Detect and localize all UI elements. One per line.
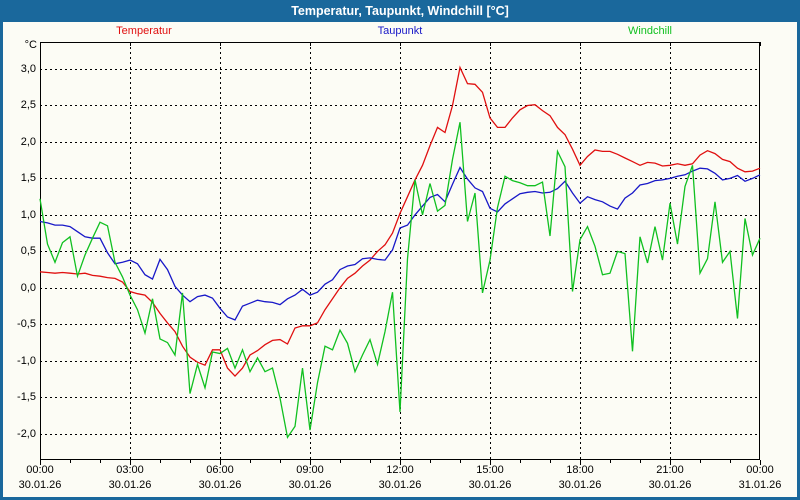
y-tick-label: -0,5 bbox=[17, 318, 36, 331]
title-bar: Temperatur, Taupunkt, Windchill [°C] bbox=[0, 0, 800, 22]
x-tick-date-label: 30.01.26 bbox=[288, 479, 332, 491]
y-tick-label: 1,5 bbox=[20, 172, 36, 185]
x-tick-time-label: 18:00 bbox=[566, 464, 594, 476]
legend-windchill: Windchill bbox=[627, 25, 672, 37]
x-tick-date-label: 30.01.26 bbox=[648, 479, 692, 491]
y-tick-label: -2,0 bbox=[17, 427, 36, 440]
y-axis-unit-label: °C bbox=[24, 39, 37, 51]
x-tick-date-label: 30.01.26 bbox=[198, 479, 242, 491]
window-title: Temperatur, Taupunkt, Windchill [°C] bbox=[291, 4, 509, 18]
x-tick-time-label: 00:00 bbox=[746, 464, 774, 476]
x-tick-date-label: 30.01.26 bbox=[18, 479, 62, 491]
legend-temperatur: Temperatur bbox=[116, 25, 172, 37]
series-line-windchill bbox=[39, 122, 761, 440]
x-tick-time-label: 09:00 bbox=[296, 464, 324, 476]
y-tick-label: 0,5 bbox=[20, 245, 36, 258]
x-tick-time-label: 21:00 bbox=[656, 464, 684, 476]
legend-taupunkt: Taupunkt bbox=[377, 25, 423, 37]
y-tick-label: 2,0 bbox=[20, 135, 36, 148]
chart-window: Temperatur, Taupunkt, Windchill [°C] Tem… bbox=[0, 0, 800, 500]
y-tick-label: -1,5 bbox=[17, 391, 36, 404]
x-tick-time-label: 03:00 bbox=[116, 464, 144, 476]
y-tick-label: 3,0 bbox=[20, 62, 36, 75]
y-tick-label: -1,0 bbox=[17, 354, 36, 367]
plot-area bbox=[39, 42, 761, 465]
x-tick-date-label: 30.01.26 bbox=[558, 479, 602, 491]
x-tick-time-label: 06:00 bbox=[206, 464, 234, 476]
x-tick-time-label: 12:00 bbox=[386, 464, 414, 476]
x-tick-date-label: 31.01.26 bbox=[738, 479, 782, 491]
plot-svg bbox=[39, 42, 761, 465]
x-tick-date-label: 30.01.26 bbox=[468, 479, 512, 491]
y-tick-label: 2,5 bbox=[20, 99, 36, 112]
x-tick-date-label: 30.01.26 bbox=[378, 479, 422, 491]
x-tick-time-label: 00:00 bbox=[26, 464, 54, 476]
y-tick-label: 1,0 bbox=[20, 208, 36, 221]
x-tick-date-label: 30.01.26 bbox=[108, 479, 152, 491]
y-tick-label: 0,0 bbox=[20, 281, 36, 294]
x-tick-time-label: 15:00 bbox=[476, 464, 504, 476]
